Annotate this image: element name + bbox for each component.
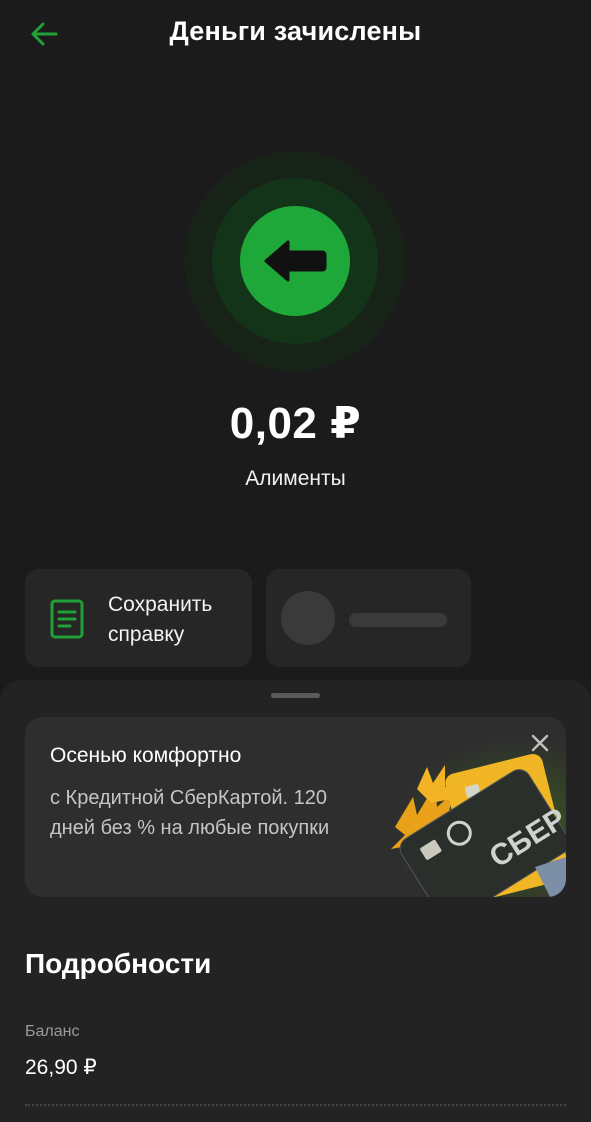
document-icon	[50, 599, 84, 639]
close-icon	[531, 734, 549, 752]
amount: 0,02 ₽	[229, 399, 362, 448]
transfer-purpose: Алименты	[245, 467, 346, 490]
credit-card-illustration: СБЕР	[365, 737, 566, 897]
promo-text: с Кредитной СберКартой. 120 дней без % н…	[50, 787, 330, 839]
skeleton-line	[349, 613, 447, 627]
save-receipt-label: Сохранить справку	[108, 593, 213, 646]
status-icon-group	[185, 151, 405, 371]
sheet-handle[interactable]	[271, 693, 320, 698]
balance-value: 26,90 ₽	[25, 1056, 97, 1079]
loading-action-tile	[266, 569, 471, 667]
balance-label: Баланс	[25, 1023, 80, 1040]
divider	[25, 1104, 566, 1106]
save-receipt-button[interactable]: Сохранить справку	[25, 569, 252, 667]
promo-banner[interactable]: Осенью комфортно с Кредитной СберКартой.…	[25, 717, 566, 897]
arrow-left-icon	[264, 240, 327, 282]
skeleton-avatar	[281, 591, 335, 645]
page-title: Деньги зачислены	[169, 16, 422, 46]
details-title: Подробности	[25, 948, 212, 979]
promo-title: Осенью комфортно	[50, 744, 242, 767]
status-circle	[240, 206, 350, 316]
promo-close-button[interactable]	[526, 729, 554, 757]
details-sheet: Осенью комфортно с Кредитной СберКартой.…	[0, 680, 591, 1122]
